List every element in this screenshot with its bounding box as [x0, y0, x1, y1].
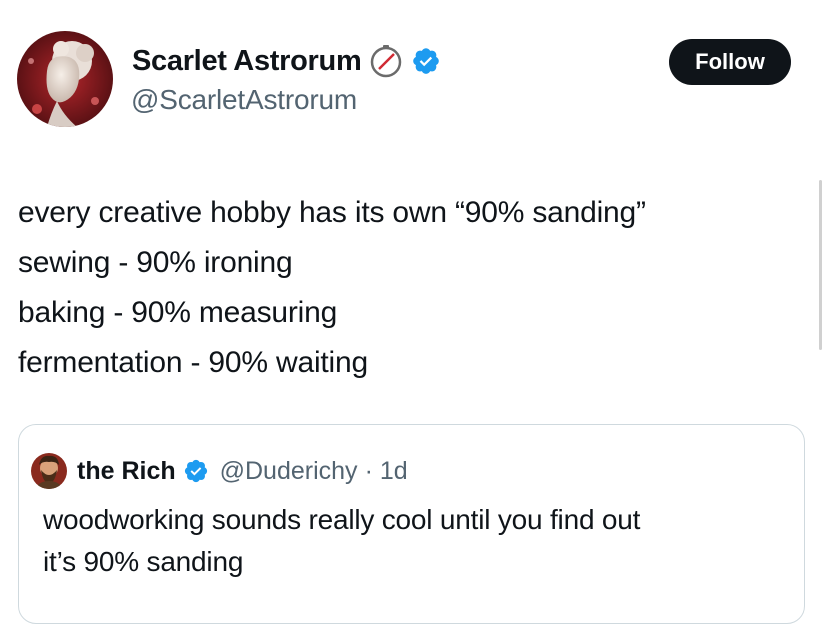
tweet-line: baking - 90% measuring [18, 296, 338, 329]
quoted-author-handle[interactable]: @Duderichy [220, 457, 358, 486]
statue-portrait-avatar-icon [17, 31, 113, 127]
author-name-row: Scarlet Astrorum [132, 42, 441, 80]
author-name[interactable]: Scarlet Astrorum [132, 45, 362, 78]
quoted-tweet-text: woodworking sounds really cool until you… [43, 499, 793, 583]
quoted-author-avatar[interactable] [31, 453, 67, 489]
tweet-line: fermentation - 90% waiting [18, 346, 368, 379]
quoted-author-name[interactable]: the Rich [77, 457, 176, 486]
compass-icon [369, 44, 403, 78]
scrollbar[interactable] [819, 180, 822, 350]
quoted-tweet-line: it’s 90% sanding [43, 546, 244, 577]
quoted-tweet-time[interactable]: 1d [380, 457, 408, 486]
follow-button[interactable]: Follow [669, 39, 791, 85]
author-avatar[interactable] [17, 31, 113, 127]
author-handle[interactable]: @ScarletAstrorum [131, 84, 357, 116]
quoted-tweet-header: the Rich @Duderichy · 1d [31, 452, 408, 490]
verified-badge-icon [411, 46, 441, 76]
verified-badge-icon [183, 458, 209, 484]
tweet-line: sewing - 90% ironing [18, 246, 293, 279]
tweet-text: every creative hobby has its own “90% sa… [18, 188, 808, 388]
quoted-tweet-line: woodworking sounds really cool until you… [43, 504, 641, 535]
separator-dot: · [364, 456, 373, 485]
tweet-line: every creative hobby has its own “90% sa… [18, 196, 646, 229]
bearded-man-avatar-icon [31, 453, 67, 489]
